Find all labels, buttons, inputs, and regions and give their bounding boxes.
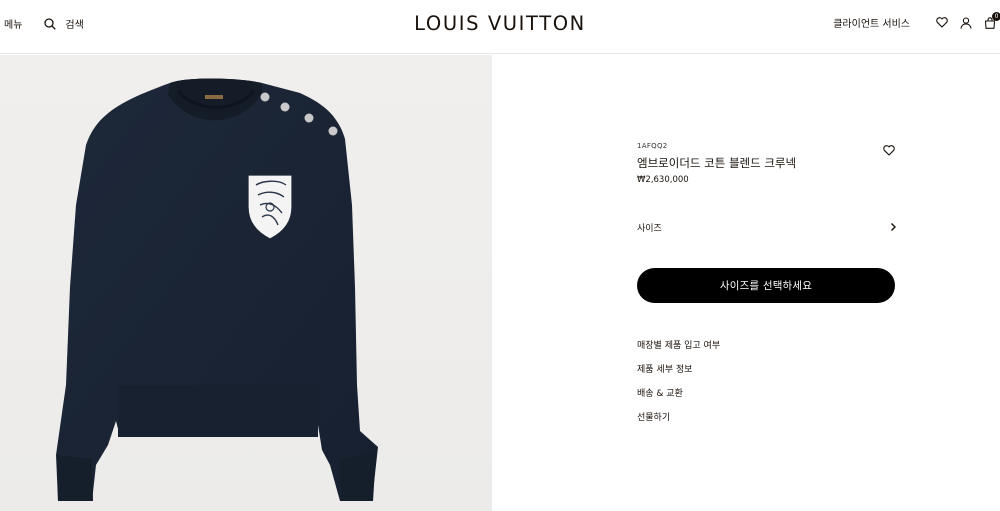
delivery-returns-link[interactable]: 배송 & 교환 (637, 388, 720, 412)
gift-link[interactable]: 선물하기 (637, 412, 720, 436)
header-right: 클라이언트 서비스 0 (833, 11, 1000, 30)
product-image-gallery[interactable] (0, 55, 492, 511)
product-details-link[interactable]: 제품 세부 정보 (637, 364, 720, 388)
product-sku: 1AFQQ2 (637, 142, 668, 150)
store-availability-link[interactable]: 매장별 제품 입고 여부 (637, 340, 720, 364)
size-selector[interactable]: 사이즈 (637, 217, 897, 237)
size-label: 사이즈 (637, 223, 662, 234)
bag-button[interactable]: 0 (984, 11, 1000, 29)
user-icon (960, 16, 972, 29)
heart-icon (936, 17, 948, 28)
product-wishlist-button[interactable] (883, 141, 895, 160)
product-info-links: 매장별 제품 입고 여부 제품 세부 정보 배송 & 교환 선물하기 (637, 340, 720, 436)
chevron-right-icon (891, 223, 896, 231)
product-price: ₩2,630,000 (637, 175, 689, 185)
wishlist-button[interactable] (936, 17, 948, 28)
product-image (56, 78, 378, 501)
select-size-button[interactable]: 사이즈를 선택하세요 (637, 268, 895, 303)
brand-logo[interactable]: LOUIS VUITTON (414, 12, 586, 35)
client-service-link[interactable]: 클라이언트 서비스 (833, 15, 910, 30)
bag-count-badge: 0 (992, 11, 1000, 21)
product-name: 엠브로이더드 코튼 블렌드 크루넥 (637, 156, 797, 170)
site-header: 메뉴 검색 LOUIS VUITTON 클라이언트 서비스 0 (0, 0, 1000, 54)
heart-icon (883, 145, 895, 156)
account-button[interactable] (960, 16, 972, 29)
